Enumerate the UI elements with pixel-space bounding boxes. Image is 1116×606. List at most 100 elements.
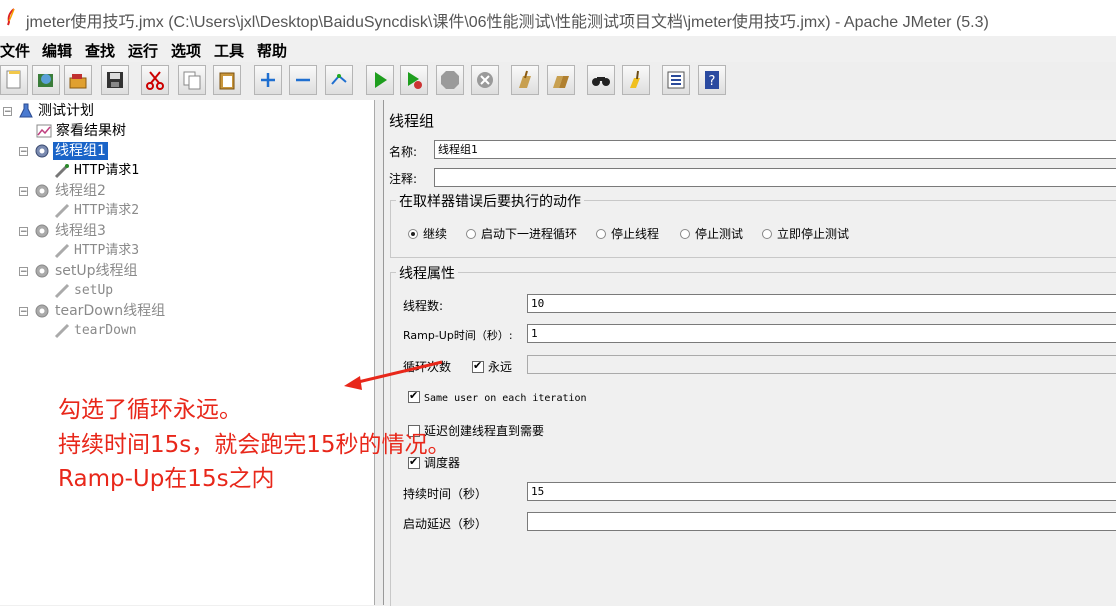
collapse-toggle[interactable]: − bbox=[19, 267, 28, 277]
shutdown-button[interactable] bbox=[471, 65, 499, 95]
radio-stop-thread[interactable]: 停止线程 bbox=[596, 225, 659, 242]
search-icon bbox=[592, 77, 610, 86]
clear-button[interactable] bbox=[511, 65, 539, 95]
reset-search-icon bbox=[630, 70, 640, 88]
menu-edit[interactable]: 编辑 bbox=[42, 40, 72, 61]
annotation-line-3: Ramp-Up在15s之内 bbox=[58, 466, 275, 492]
collapse-button[interactable] bbox=[289, 65, 317, 95]
radio-start-next-loop[interactable]: 启动下一进程循环 bbox=[466, 225, 577, 242]
copy-icon bbox=[183, 71, 201, 90]
radio-label: 立即停止测试 bbox=[777, 227, 850, 241]
rampup-field[interactable]: 1 bbox=[527, 324, 1116, 343]
radio-stop-test[interactable]: 停止测试 bbox=[680, 225, 743, 242]
paste-button[interactable] bbox=[213, 65, 241, 95]
clear-icon bbox=[519, 70, 531, 88]
copy-button[interactable] bbox=[178, 65, 206, 95]
stop-button[interactable] bbox=[436, 65, 464, 95]
window-title-bar: jmeter使用技巧.jmx (C:\Users\jxl\Desktop\Bai… bbox=[0, 0, 1116, 36]
start-no-pauses-button[interactable] bbox=[400, 65, 428, 95]
startup-delay-label: 启动延迟（秒） bbox=[403, 517, 488, 531]
menu-options[interactable]: 选项 bbox=[171, 40, 201, 61]
menu-tools[interactable]: 工具 bbox=[214, 40, 244, 61]
radio-dot bbox=[680, 229, 690, 239]
toggle-icon bbox=[331, 74, 347, 85]
tree-item-label: 线程组3 bbox=[55, 223, 106, 239]
annotation-line-2: 持续时间15s，就会跑完15秒的情况。 bbox=[58, 432, 451, 458]
jmeter-feather-icon bbox=[7, 8, 15, 26]
radio-continue[interactable]: 继续 bbox=[408, 225, 447, 242]
sampler-icon bbox=[54, 243, 70, 259]
annotation-arrow-icon bbox=[344, 360, 443, 390]
threads-label: 线程数: bbox=[403, 299, 444, 313]
startup-delay-field[interactable] bbox=[527, 512, 1116, 531]
duration-field[interactable]: 15 bbox=[527, 482, 1116, 501]
window-title: jmeter使用技巧.jmx (C:\Users\jxl\Desktop\Bai… bbox=[26, 14, 989, 31]
radio-label: 停止线程 bbox=[611, 227, 660, 241]
tree-item-label: HTTP请求3 bbox=[74, 243, 140, 258]
cut-button[interactable] bbox=[141, 65, 169, 95]
expand-icon bbox=[261, 73, 275, 87]
tree-item-label: HTTP请求2 bbox=[74, 203, 140, 218]
collapse-toggle[interactable]: − bbox=[19, 227, 28, 237]
menu-search[interactable]: 查找 bbox=[85, 40, 115, 61]
radio-dot bbox=[762, 229, 772, 239]
start-no-pause-icon bbox=[408, 72, 422, 89]
menu-run[interactable]: 运行 bbox=[128, 40, 158, 61]
collapse-toggle[interactable]: − bbox=[19, 147, 28, 157]
sampler-icon bbox=[54, 203, 70, 219]
comment-label: 注释: bbox=[389, 172, 418, 186]
help-button[interactable]: ? bbox=[698, 65, 726, 95]
menu-help[interactable]: 帮助 bbox=[257, 40, 287, 61]
thread-group-icon bbox=[35, 144, 49, 158]
save-button[interactable] bbox=[101, 65, 129, 95]
thread-group-panel: 线程组 名称: 线程组1 注释: 在取样器错误后要执行的动作 继续 启动下一进程… bbox=[384, 100, 1116, 606]
thread-group-icon bbox=[35, 224, 49, 238]
thread-properties-title: 线程属性 bbox=[396, 263, 458, 283]
thread-properties-group bbox=[390, 272, 1116, 606]
duration-label: 持续时间（秒） bbox=[403, 487, 488, 501]
tree-item-label: tearDown线程组 bbox=[55, 303, 166, 319]
collapse-toggle[interactable]: − bbox=[19, 187, 28, 197]
new-icon bbox=[6, 70, 21, 89]
sampler-icon bbox=[54, 323, 70, 339]
menu-file[interactable]: 文件 bbox=[0, 40, 30, 61]
search-button[interactable] bbox=[587, 65, 615, 95]
templates-icon bbox=[38, 74, 53, 87]
radio-label: 继续 bbox=[423, 227, 448, 241]
thread-group-icon bbox=[35, 304, 49, 318]
open-button[interactable] bbox=[64, 65, 92, 95]
forever-checkbox[interactable]: 永远 bbox=[472, 358, 512, 375]
threads-field[interactable]: 10 bbox=[527, 294, 1116, 313]
radio-dot bbox=[466, 229, 476, 239]
open-icon bbox=[69, 74, 87, 89]
reset-search-button[interactable] bbox=[622, 65, 650, 95]
tree-item-label: tearDown bbox=[74, 323, 137, 338]
tree-item-label: 察看结果树 bbox=[56, 123, 126, 139]
templates-button[interactable] bbox=[32, 65, 60, 95]
collapse-toggle[interactable]: − bbox=[19, 307, 28, 317]
stop-icon bbox=[441, 71, 459, 89]
radio-label: 启动下一进程循环 bbox=[481, 227, 578, 241]
checkbox-label: 永远 bbox=[488, 360, 513, 374]
test-plan-icon bbox=[19, 103, 33, 118]
radio-stop-test-now[interactable]: 立即停止测试 bbox=[762, 225, 849, 242]
collapse-toggle[interactable]: − bbox=[3, 107, 12, 117]
expand-button[interactable] bbox=[254, 65, 282, 95]
start-icon bbox=[375, 72, 387, 88]
toggle-button[interactable] bbox=[325, 65, 353, 95]
svg-text:?: ? bbox=[709, 74, 716, 89]
error-action-group-title: 在取样器错误后要执行的动作 bbox=[396, 191, 584, 211]
function-helper-button[interactable] bbox=[662, 65, 690, 95]
comment-field[interactable] bbox=[434, 168, 1116, 187]
new-button[interactable] bbox=[0, 65, 28, 95]
sampler-icon bbox=[54, 163, 70, 179]
tree-item-label: 测试计划 bbox=[38, 103, 94, 119]
start-button[interactable] bbox=[366, 65, 394, 95]
clear-all-button[interactable] bbox=[547, 65, 575, 95]
test-plan-tree: − 测试计划 察看结果树 − 线程组1 HTTP请求1 − 线程组2 HTTP请… bbox=[0, 100, 375, 605]
shutdown-icon bbox=[477, 72, 493, 88]
tree-item-label: setUp线程组 bbox=[55, 263, 138, 279]
name-field[interactable]: 线程组1 bbox=[434, 140, 1116, 159]
radio-dot bbox=[596, 229, 606, 239]
loop-count-field[interactable] bbox=[527, 355, 1116, 374]
